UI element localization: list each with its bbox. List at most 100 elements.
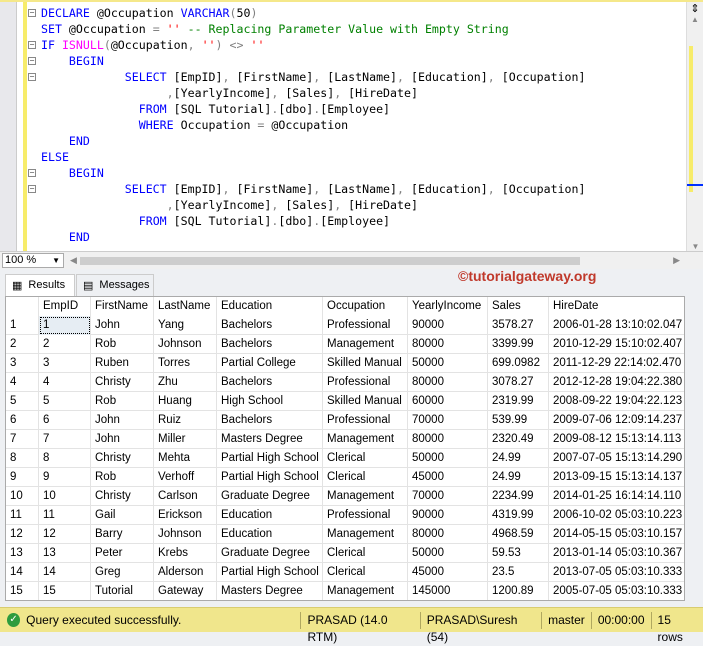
grid-cell[interactable]: John (91, 316, 154, 335)
grid-cell[interactable]: Alderson (154, 563, 217, 582)
grid-cell[interactable]: Management (323, 430, 408, 449)
table-row[interactable]: 8 8 Christy Mehta Partial High School Clerica… (6, 449, 684, 468)
grid-cell[interactable]: Management (323, 582, 408, 600)
grid-cell[interactable]: Carlson (154, 487, 217, 506)
scroll-up-icon[interactable]: ▲ (687, 15, 703, 24)
grid-cell[interactable]: 1200.89 (488, 582, 549, 600)
editor-vertical-scrollbar[interactable]: ⇕ ▲ ▼ (686, 2, 703, 253)
grid-cell[interactable]: 6 (39, 411, 91, 430)
grid-cell[interactable]: 70000 (408, 411, 488, 430)
column-header[interactable]: HireDate (549, 297, 684, 316)
grid-cell[interactable]: 539.99 (488, 411, 549, 430)
grid-cell[interactable]: 59.53 (488, 544, 549, 563)
collapse-icon[interactable]: − (28, 41, 36, 49)
grid-cell[interactable]: Partial High School (217, 563, 323, 582)
row-number[interactable]: 7 (6, 430, 39, 449)
grid-cell[interactable]: 2014-05-15 05:03:10.157 (549, 525, 684, 544)
grid-cell[interactable]: 50000 (408, 449, 488, 468)
grid-cell[interactable]: Krebs (154, 544, 217, 563)
collapse-icon[interactable]: − (28, 57, 36, 65)
grid-cell[interactable]: Professional (323, 373, 408, 392)
grid-cell[interactable]: 4 (39, 373, 91, 392)
grid-cell[interactable]: Greg (91, 563, 154, 582)
grid-cell[interactable]: Ruben (91, 354, 154, 373)
grid-cell[interactable]: 2010-12-29 15:10:02.407 (549, 335, 684, 354)
editor-horizontal-scrollbar[interactable]: ◀ ▶ (70, 255, 680, 266)
code-line[interactable]: WHERE Occupation = @Occupation (28, 117, 586, 133)
grid-cell[interactable]: Education (217, 525, 323, 544)
grid-cell[interactable]: 80000 (408, 525, 488, 544)
grid-cell[interactable]: 70000 (408, 487, 488, 506)
row-number[interactable]: 14 (6, 563, 39, 582)
row-number[interactable]: 5 (6, 392, 39, 411)
column-header[interactable]: LastName (154, 297, 217, 316)
grid-cell[interactable]: Bachelors (217, 373, 323, 392)
grid-cell[interactable]: Management (323, 525, 408, 544)
grid-cell[interactable]: 90000 (408, 506, 488, 525)
grid-cell[interactable]: 3 (39, 354, 91, 373)
column-header[interactable]: Sales (488, 297, 549, 316)
grid-cell[interactable]: Peter (91, 544, 154, 563)
grid-cell[interactable]: Huang (154, 392, 217, 411)
grid-cell[interactable]: High School (217, 392, 323, 411)
grid-cell[interactable]: Graduate Degree (217, 544, 323, 563)
table-row[interactable]: 1 1 John Yang Bachelors Professional 90000 3578… (6, 316, 684, 335)
grid-cell[interactable]: John (91, 430, 154, 449)
grid-cell[interactable]: 2009-07-06 12:09:14.237 (549, 411, 684, 430)
grid-cell[interactable]: Rob (91, 335, 154, 354)
grid-cell[interactable]: 2008-09-22 19:04:22.123 (549, 392, 684, 411)
grid-cell[interactable]: 45000 (408, 468, 488, 487)
grid-cell[interactable]: 2006-10-02 05:03:10.223 (549, 506, 684, 525)
code-line[interactable]: ,[YearlyIncome], [Sales], [HireDate] (28, 85, 586, 101)
grid-cell[interactable]: Tutorial (91, 582, 154, 600)
grid-cell[interactable]: Gateway (154, 582, 217, 600)
grid-cell[interactable]: 4319.99 (488, 506, 549, 525)
grid-cell[interactable]: Management (323, 335, 408, 354)
grid-cell[interactable]: Clerical (323, 563, 408, 582)
row-number[interactable]: 6 (6, 411, 39, 430)
code-line[interactable]: − BEGIN (28, 165, 586, 181)
grid-cell[interactable]: Erickson (154, 506, 217, 525)
grid-cell[interactable]: 50000 (408, 354, 488, 373)
row-number[interactable]: 15 (6, 582, 39, 600)
grid-cell[interactable]: 45000 (408, 563, 488, 582)
code-line[interactable]: − SELECT [EmpID], [FirstName], [LastName… (28, 181, 586, 197)
grid-cell[interactable]: Skilled Manual (323, 354, 408, 373)
grid-cell[interactable]: 699.0982 (488, 354, 549, 373)
row-number[interactable]: 11 (6, 506, 39, 525)
grid-cell[interactable]: Christy (91, 449, 154, 468)
grid-cell[interactable]: Partial High School (217, 468, 323, 487)
grid-cell[interactable]: 2014-01-25 16:14:14.110 (549, 487, 684, 506)
grid-cell[interactable]: 15 (39, 582, 91, 600)
grid-cell[interactable]: Professional (323, 506, 408, 525)
code-line[interactable]: ,[YearlyIncome], [Sales], [HireDate] (28, 197, 586, 213)
grid-cell[interactable]: 12 (39, 525, 91, 544)
row-number[interactable]: 2 (6, 335, 39, 354)
grid-cell[interactable]: 2007-07-05 15:13:14.290 (549, 449, 684, 468)
grid-cell[interactable]: 7 (39, 430, 91, 449)
code-line[interactable]: FROM [SQL Tutorial].[dbo].[Employee] (28, 101, 586, 117)
collapse-icon[interactable]: − (28, 73, 36, 81)
grid-cell[interactable]: 10 (39, 487, 91, 506)
grid-cell[interactable]: 80000 (408, 335, 488, 354)
grid-cell[interactable]: Rob (91, 468, 154, 487)
grid-cell[interactable]: 2012-12-28 19:04:22.380 (549, 373, 684, 392)
grid-cell[interactable]: 9 (39, 468, 91, 487)
grid-cell[interactable]: 2320.49 (488, 430, 549, 449)
grid-cell[interactable]: 2006-01-28 13:10:02.047 (549, 316, 684, 335)
sql-code[interactable]: − DECLARE @Occupation VARCHAR(50) SET @Occ… (28, 5, 586, 245)
grid-cell[interactable]: 2009-08-12 15:13:14.113 (549, 430, 684, 449)
table-row[interactable]: 12 12 Barry Johnson Education Management 80000… (6, 525, 684, 544)
grid-cell[interactable]: Johnson (154, 525, 217, 544)
grid-cell[interactable]: Christy (91, 373, 154, 392)
grid-cell[interactable]: Rob (91, 392, 154, 411)
grid-cell[interactable]: Masters Degree (217, 582, 323, 600)
grid-cell[interactable]: 11 (39, 506, 91, 525)
grid-cell[interactable]: Barry (91, 525, 154, 544)
grid-cell[interactable]: Partial College (217, 354, 323, 373)
grid-cell[interactable]: 3399.99 (488, 335, 549, 354)
scroll-right-icon[interactable]: ▶ (673, 255, 680, 266)
grid-cell[interactable]: 2234.99 (488, 487, 549, 506)
grid-cell[interactable]: 1 (39, 316, 91, 335)
grid-cell[interactable]: Clerical (323, 468, 408, 487)
